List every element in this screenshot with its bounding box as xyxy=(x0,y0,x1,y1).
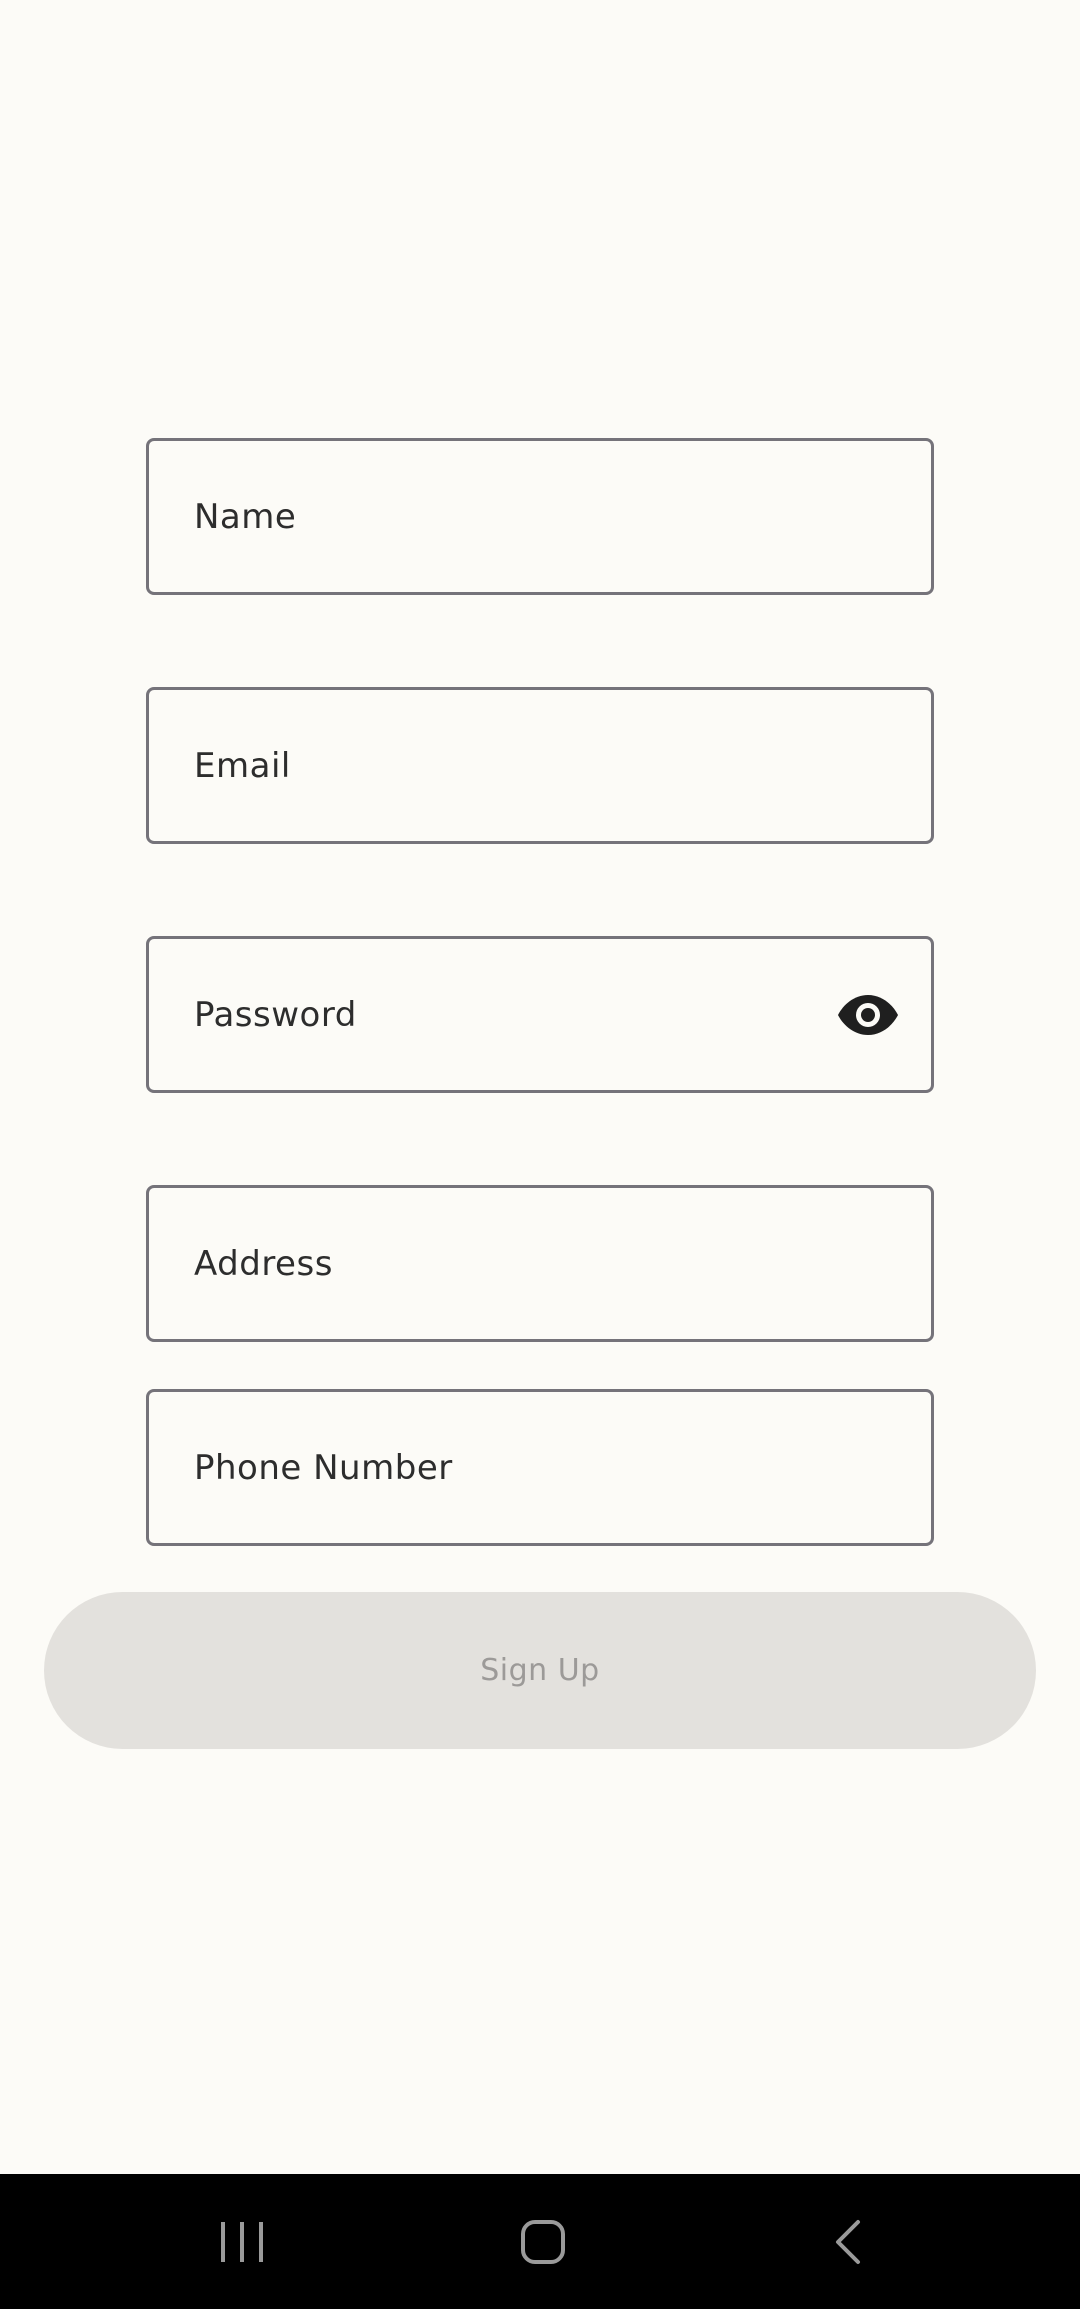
phone-number-placeholder: Phone Number xyxy=(194,1447,453,1488)
name-field[interactable]: Name xyxy=(146,438,934,595)
phone-number-field[interactable]: Phone Number xyxy=(146,1389,934,1546)
sign-up-button[interactable]: Sign Up xyxy=(44,1592,1036,1749)
address-field[interactable]: Address xyxy=(146,1185,934,1342)
home-icon xyxy=(521,2219,565,2264)
name-placeholder: Name xyxy=(194,496,297,537)
sign-up-label: Sign Up xyxy=(480,1653,600,1688)
back-icon xyxy=(836,2219,860,2264)
email-placeholder: Email xyxy=(194,745,291,786)
back-button[interactable] xyxy=(767,2174,927,2309)
home-button[interactable] xyxy=(463,2174,623,2309)
system-navigation-bar xyxy=(0,2174,1080,2309)
email-field[interactable]: Email xyxy=(146,687,934,844)
recent-apps-button[interactable] xyxy=(162,2174,322,2309)
eye-icon[interactable] xyxy=(837,993,899,1037)
recent-apps-icon xyxy=(221,2221,263,2262)
password-placeholder: Password xyxy=(194,994,357,1035)
password-field[interactable]: Password xyxy=(146,936,934,1093)
address-placeholder: Address xyxy=(194,1243,333,1284)
